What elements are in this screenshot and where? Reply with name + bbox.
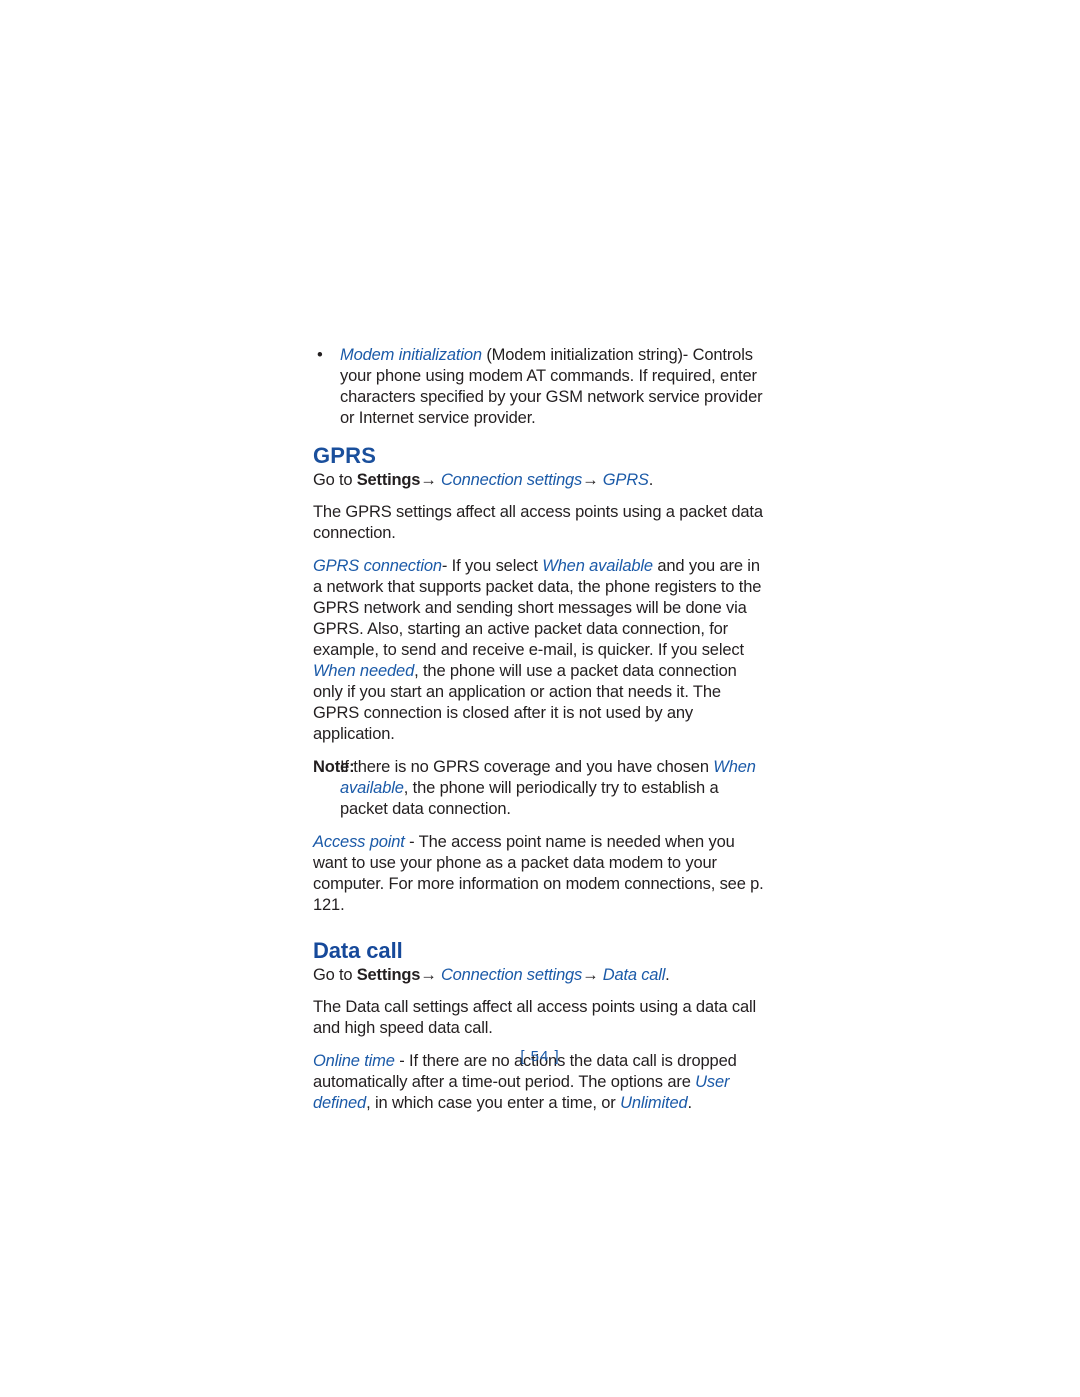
path-step-connection-settings: Connection settings (436, 471, 583, 489)
path-period: . (665, 966, 670, 984)
list-item: • Modem initialization (Modem initializa… (313, 345, 770, 429)
note-text: If there is no GPRS coverage and you hav… (340, 758, 714, 776)
page-number: [ 54 ] (520, 1048, 560, 1065)
term-when-available: When available (542, 557, 653, 575)
path-step-settings: Settings (356, 471, 421, 489)
path-lead: Go to (313, 471, 357, 489)
path-step-data-call: Data call (598, 966, 666, 984)
paragraph-text: , in which case you enter a time, or (366, 1094, 621, 1112)
path-arrow-icon: → (420, 471, 437, 489)
bullet-list: • Modem initialization (Modem initializa… (313, 345, 770, 429)
gprs-connection-paragraph: GPRS connection- If you select When avai… (313, 556, 770, 745)
term-when-needed: When needed (313, 662, 415, 680)
term-gprs-connection: GPRS connection (313, 557, 442, 575)
term-access-point: Access point (313, 833, 405, 851)
path-lead: Go to (313, 966, 357, 984)
note-block: Note: If there is no GPRS coverage and yo… (313, 757, 770, 820)
path-arrow-icon: → (582, 471, 599, 489)
path-step-gprs: GPRS (598, 471, 649, 489)
path-step-settings: Settings (356, 966, 421, 984)
note-label: Note: (313, 758, 355, 776)
paragraph-text: . (687, 1094, 693, 1112)
page-content: • Modem initialization (Modem initializa… (313, 345, 770, 1126)
term-unlimited: Unlimited (620, 1094, 688, 1112)
path-arrow-icon: → (582, 966, 599, 984)
navigation-path-gprs: Go to Settings→ Connection settings→ GPR… (313, 470, 770, 491)
access-point-paragraph: Access point - The access point name is … (313, 832, 770, 916)
bullet-point-icon: • (317, 346, 323, 364)
navigation-path-data-call: Go to Settings→ Connection settings→ Dat… (313, 965, 770, 986)
manual-page: • Modem initialization (Modem initializa… (0, 0, 1080, 1397)
path-step-connection-settings: Connection settings (436, 966, 583, 984)
data-call-intro-paragraph: The Data call settings affect all access… (313, 998, 757, 1037)
path-arrow-icon: → (420, 966, 437, 984)
gprs-intro-paragraph: The GPRS settings affect all access poin… (313, 503, 763, 542)
path-period: . (648, 471, 654, 489)
bullet-term: Modem initialization (340, 346, 482, 364)
section-heading-data-call: Data call (313, 938, 403, 963)
paragraph-text: - If you select (441, 557, 543, 575)
section-heading-gprs: GPRS (313, 443, 377, 468)
